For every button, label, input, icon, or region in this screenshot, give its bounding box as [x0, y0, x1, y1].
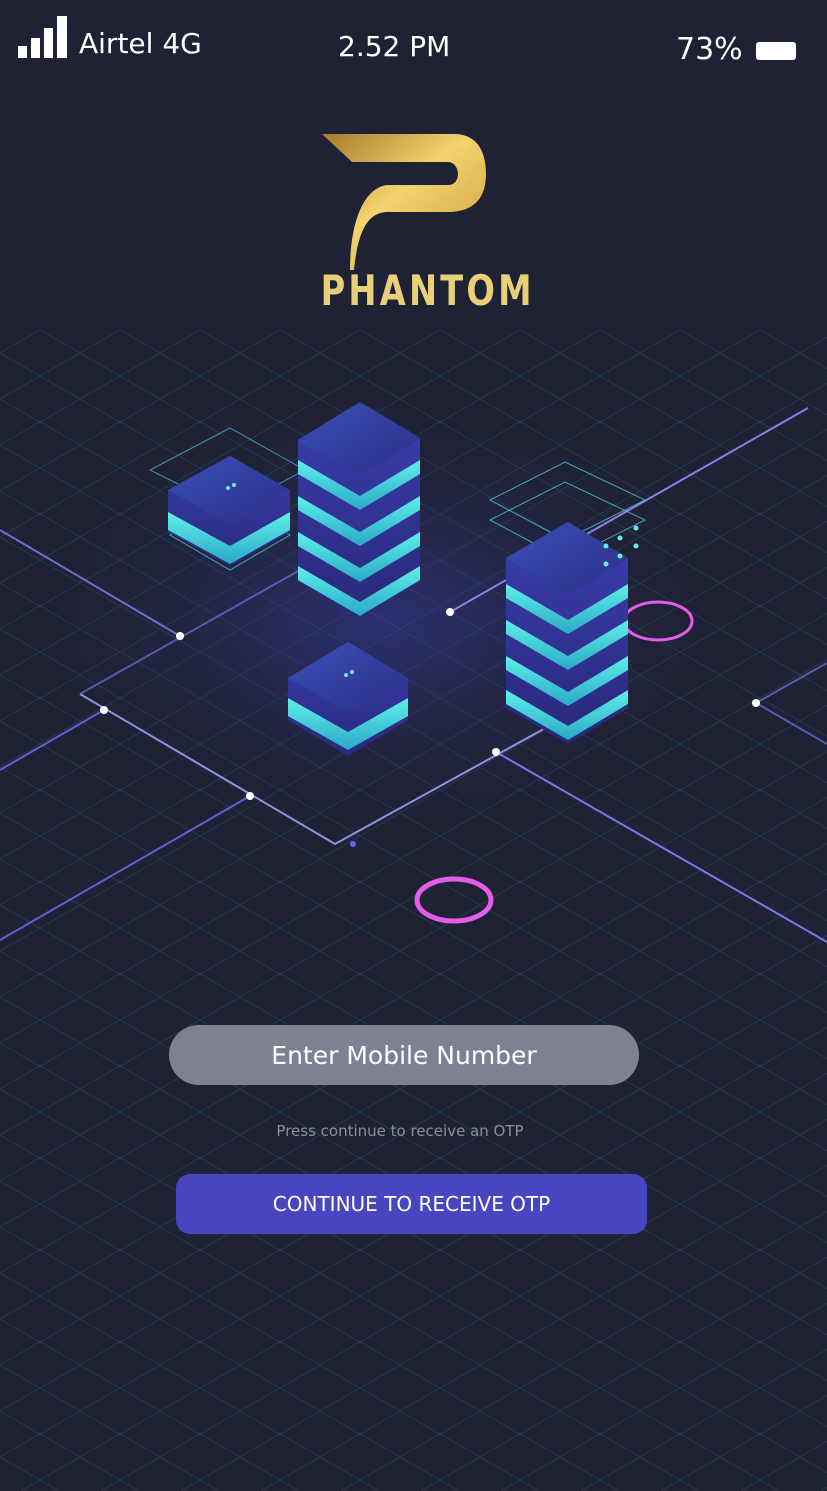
battery-percentage: 73%	[676, 32, 743, 67]
brand-name: PHANTOM	[320, 266, 535, 315]
continue-otp-button[interactable]: CONTINUE TO RECEIVE OTP	[176, 1174, 647, 1234]
battery-icon	[756, 42, 796, 60]
carrier-name: Airtel 4G	[79, 27, 202, 60]
otp-hint-text: Press continue to receive an OTP	[276, 1122, 524, 1140]
status-time: 2.52 PM	[338, 30, 451, 63]
login-screen: Airtel 4G 2.52 PM 73% PHANTOM Enter Mobi…	[0, 0, 827, 1491]
status-bar: Airtel 4G 2.52 PM 73%	[0, 0, 827, 90]
isometric-server-illustration	[0, 400, 827, 943]
phantom-p-logo-icon	[322, 134, 486, 270]
mobile-number-input[interactable]	[169, 1025, 639, 1085]
signal-strength-icon	[18, 16, 67, 58]
